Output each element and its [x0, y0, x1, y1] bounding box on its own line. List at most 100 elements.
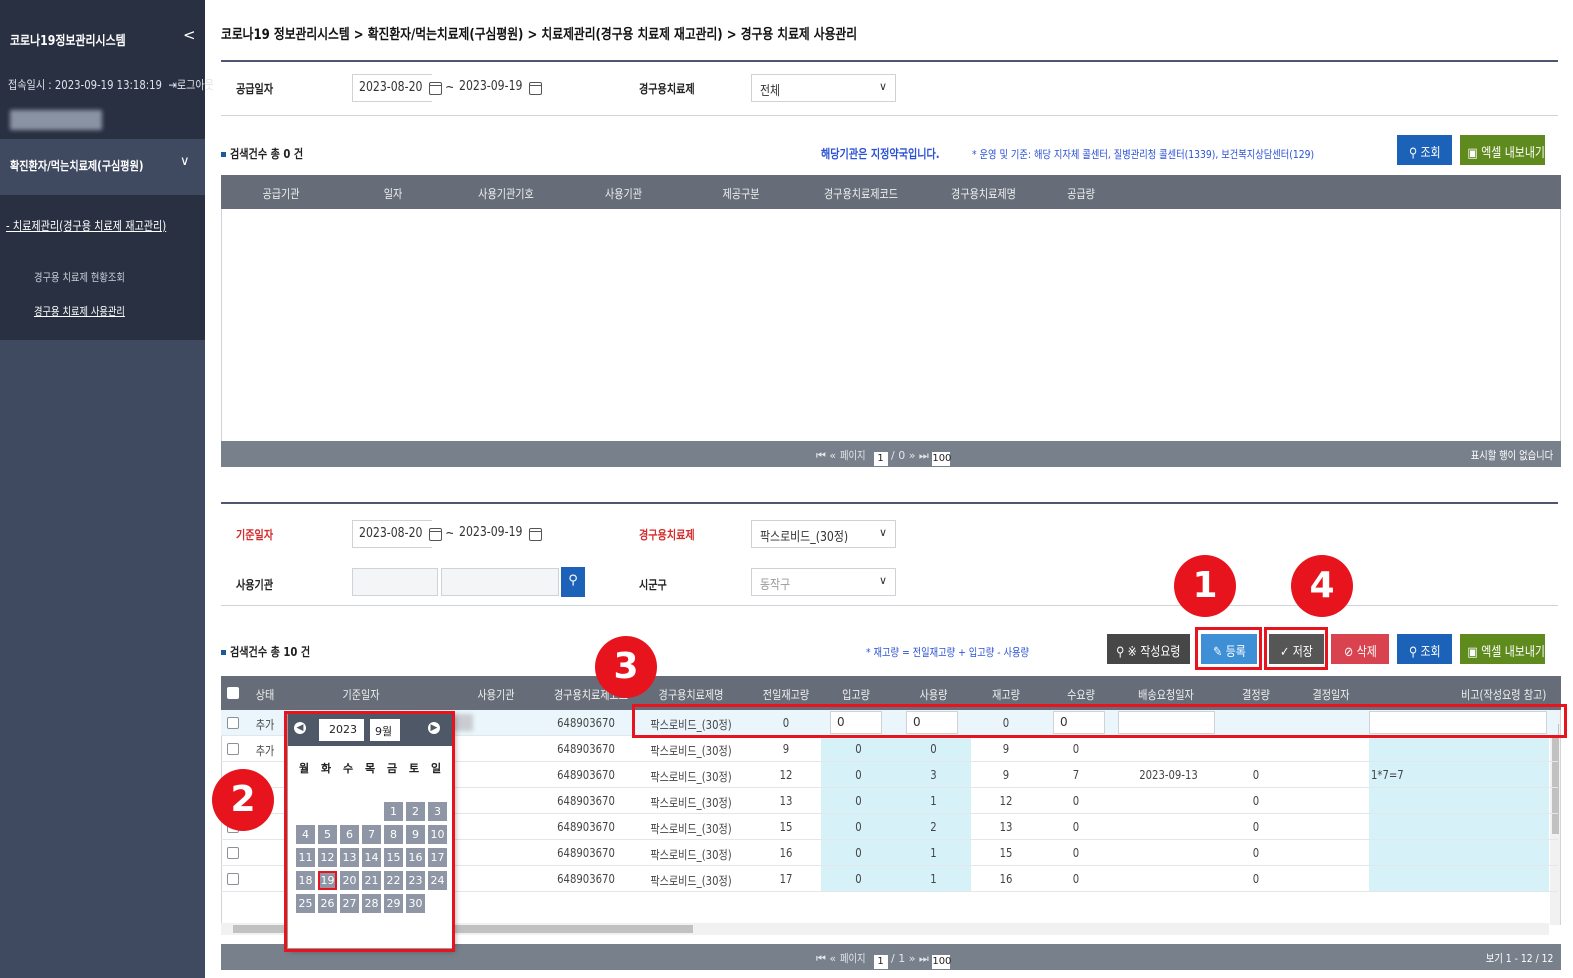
cell-in: 0	[855, 742, 862, 756]
step-badge-2: 2	[212, 769, 274, 831]
column-header[interactable]: 일자	[351, 185, 435, 202]
using-org-name-input[interactable]	[441, 568, 559, 596]
bullet-icon	[221, 650, 226, 655]
grid1-pager[interactable]: ⏮ « 페이지 1 / 0 » ⏭ 100	[816, 447, 951, 466]
search-icon: ⚲	[1408, 146, 1417, 161]
cell-decided: 0	[1252, 768, 1260, 782]
cell-prev-stock: 17	[779, 872, 793, 886]
logout-icon[interactable]: ⇥	[168, 78, 176, 92]
column-header[interactable]: 사용기관	[575, 185, 672, 202]
column-header[interactable]: 결정일자	[1302, 686, 1361, 703]
sidebar-item-treatment-management[interactable]: - 치료제관리(경구용 치료제 재고관리)	[6, 217, 166, 234]
cell-drug-name: 팍스로비드_(30정)	[650, 822, 732, 836]
column-header[interactable]: 결정량	[1227, 686, 1286, 703]
using-org-code-input[interactable]	[352, 568, 438, 596]
grid1-body	[221, 209, 1561, 441]
cell-drug-name: 팍스로비드_(30정)	[650, 848, 732, 862]
row-checkbox[interactable]	[227, 873, 239, 885]
cell-used: 2	[930, 820, 937, 834]
column-header[interactable]: 재고량	[977, 686, 1036, 703]
sidebar-menu-confirmed-patients[interactable]: 확진환자/먹는치료제(구심평원) ∨	[0, 138, 205, 185]
cell-used: 1	[930, 846, 937, 860]
column-header[interactable]: 공급기관	[231, 185, 332, 202]
login-info: 접속일시 : 2023-09-19 13:18:19 ⇥로그아웃	[8, 76, 253, 93]
cell-demand: 0	[1072, 820, 1080, 834]
calendar-icon[interactable]	[528, 528, 542, 541]
app-title: 코로나19정보관리시스템	[10, 34, 126, 49]
cell-prev-stock: 13	[779, 794, 793, 808]
cell-stock: 15	[999, 846, 1013, 860]
column-header[interactable]: 입고량	[827, 686, 886, 703]
base-date-from-input[interactable]: 2023-08-20	[352, 520, 432, 548]
designated-pharmacy-notice: 해당기관은 지정약국입니다.	[821, 147, 940, 161]
column-header[interactable]: 경구용치료제명	[935, 185, 1032, 202]
cell-prev-stock: 15	[779, 820, 793, 834]
column-header[interactable]: 제공구분	[695, 185, 787, 202]
cell-decided: 0	[1252, 846, 1260, 860]
cell-demand: 0	[1072, 742, 1080, 756]
step-badge-1: 1	[1174, 555, 1236, 617]
supply-date-from-input[interactable]: 2023-08-20	[352, 74, 432, 102]
drug-select[interactable]: 팍스로비드_(30정) ∨	[751, 520, 896, 548]
cell-stock: 13	[999, 820, 1013, 834]
row-checkbox[interactable]	[227, 717, 239, 729]
supply-date-to-input[interactable]: 2023-09-19	[453, 74, 531, 102]
sidebar: 코로나19정보관리시스템 < 접속일시 : 2023-09-19 13:18:1…	[0, 0, 214, 978]
column-header[interactable]: 비고(작성요령 참고)	[1461, 686, 1561, 703]
grid2-count: 검색건수 총 10 건	[221, 643, 325, 660]
column-header[interactable]: 사용기관기호	[460, 185, 552, 202]
cell-prev-stock: 9	[782, 742, 790, 756]
grid2-search-button[interactable]: ⚲ 조회	[1397, 634, 1452, 664]
bullet-icon	[221, 152, 226, 157]
grid1-excel-button[interactable]: ▣ 엑셀 내보내기	[1460, 135, 1545, 165]
grid2-pager[interactable]: ⏮ « 페이지 1 / 1 » ⏭ 100	[816, 950, 951, 969]
excel-icon: ▣	[1467, 146, 1478, 161]
row-checkbox[interactable]	[227, 743, 239, 755]
cell-drug-name: 팍스로비드_(30정)	[650, 770, 732, 784]
cell-drug-name: 팍스로비드_(30정)	[650, 874, 732, 888]
row-checkbox[interactable]	[227, 847, 239, 859]
city-select[interactable]: 동작구 ∨	[751, 568, 896, 596]
calendar-icon[interactable]	[428, 528, 442, 541]
column-header[interactable]: 기준일자	[302, 686, 420, 703]
cell-code: 648903670	[557, 742, 615, 756]
register-highlight	[1195, 627, 1262, 670]
column-header[interactable]: 경구용치료제명	[649, 686, 733, 703]
cell-code: 648903670	[557, 794, 615, 808]
sidebar-item-usage-management[interactable]: 경구용 치료제 사용관리	[34, 303, 125, 319]
chevron-down-icon: ∨	[180, 154, 190, 169]
delete-button[interactable]: ⊘ 삭제	[1331, 634, 1389, 664]
column-header[interactable]: 배송요청일자	[1128, 686, 1204, 703]
column-header[interactable]: 상태	[248, 686, 282, 703]
cell-used: 1	[930, 794, 937, 808]
cell-demand: 0	[1072, 794, 1080, 808]
column-header[interactable]: 사용량	[902, 686, 965, 703]
cell-used: 1	[930, 872, 937, 886]
column-header[interactable]: 수요량	[1056, 686, 1106, 703]
collapse-sidebar-icon[interactable]: <	[183, 26, 196, 44]
grid2-excel-button[interactable]: ▣ 엑셀 내보내기	[1460, 634, 1545, 664]
cell-code: 648903670	[557, 820, 615, 834]
grid2-view-range: 보기 1 - 12 / 12	[1485, 952, 1553, 965]
column-header[interactable]: 공급량	[1052, 185, 1111, 202]
cell-decided: 0	[1252, 820, 1260, 834]
base-date-to-input[interactable]: 2023-09-19	[453, 520, 531, 548]
cell-status: 추가	[255, 744, 275, 758]
drug-select[interactable]: 전체 ∨	[751, 74, 896, 102]
using-org-label: 사용기관	[236, 578, 274, 592]
column-header[interactable]: 경구용치료제코드	[811, 185, 912, 202]
cell-demand: 0	[1072, 872, 1080, 886]
logout-link[interactable]: 로그아웃	[177, 78, 214, 92]
org-search-button[interactable]: ⚲	[561, 567, 585, 597]
usage-filter-panel: 기준일자 2023-08-20 ~ 2023-09-19 경구용치료제 팍스로비…	[221, 502, 1558, 606]
grid1-search-button[interactable]: ⚲ 조회	[1397, 135, 1452, 165]
cell-in: 0	[855, 794, 862, 808]
calendar-icon[interactable]	[528, 82, 542, 95]
column-header[interactable]: 전일재고량	[757, 686, 816, 703]
calendar-icon[interactable]	[428, 82, 442, 95]
cell-code: 648903670	[557, 716, 615, 730]
select-all-checkbox[interactable]	[227, 687, 239, 699]
supply-date-label: 공급일자	[236, 82, 274, 96]
writing-guide-button[interactable]: ⚲ ※ 작성요령	[1107, 634, 1190, 664]
sidebar-item-status-lookup[interactable]: 경구용 치료제 현황조회	[34, 269, 125, 285]
